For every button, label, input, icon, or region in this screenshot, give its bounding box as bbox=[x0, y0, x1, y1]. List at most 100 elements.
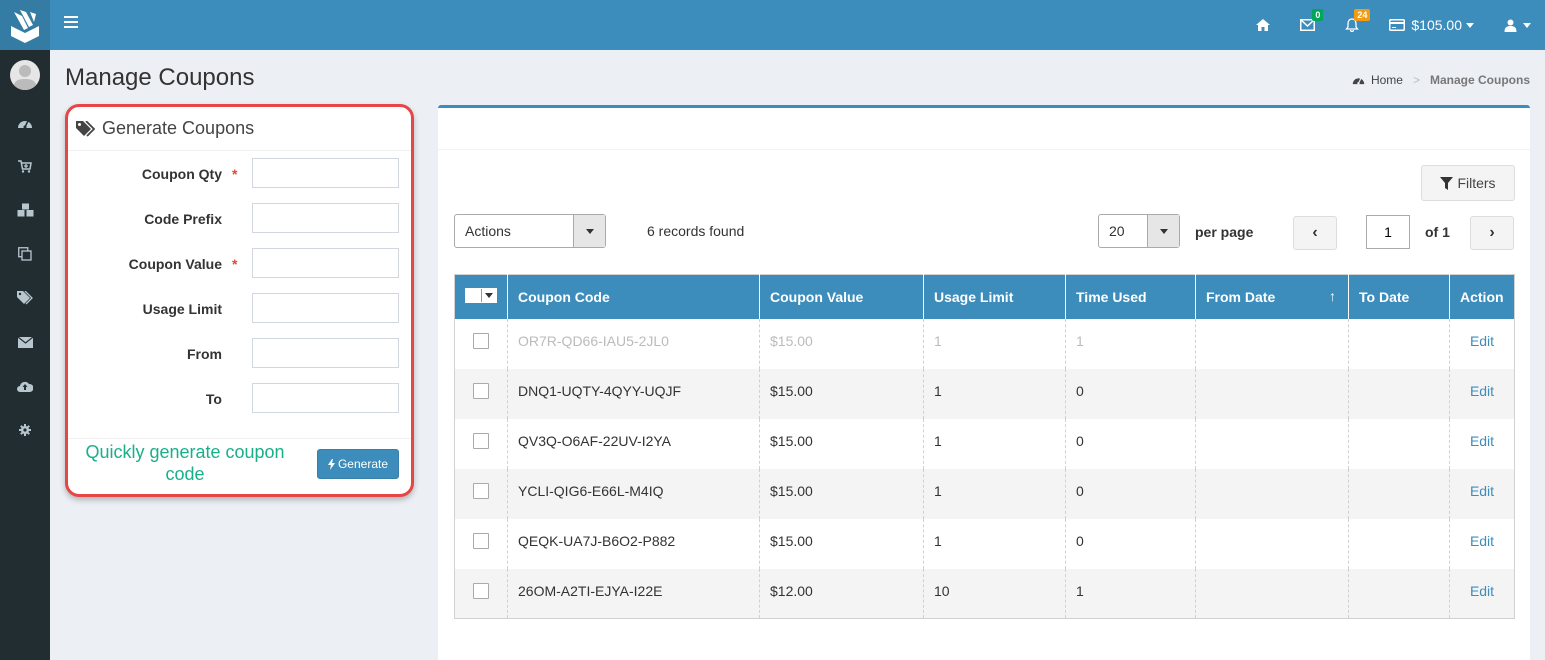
sidebar-item-settings[interactable] bbox=[0, 418, 50, 442]
edit-link[interactable]: Edit bbox=[1470, 483, 1494, 499]
sidebar-item-coupons[interactable] bbox=[0, 286, 50, 310]
to-date-input[interactable] bbox=[252, 383, 399, 413]
usage-limit-cell: 1 bbox=[923, 468, 1066, 519]
coupon-value-cell: $15.00 bbox=[759, 468, 924, 519]
row-select-cell bbox=[454, 418, 508, 469]
sidebar-toggle-button[interactable] bbox=[64, 16, 78, 30]
tags-icon bbox=[76, 120, 96, 137]
box-header bbox=[438, 108, 1530, 150]
code-prefix-input[interactable] bbox=[252, 203, 399, 233]
column-action: Action bbox=[1449, 274, 1515, 319]
records-count: 6 records found bbox=[647, 223, 745, 239]
row-select-cell bbox=[454, 318, 508, 369]
sidebar-item-messages[interactable] bbox=[0, 330, 50, 354]
generate-button[interactable]: Generate bbox=[317, 449, 399, 479]
previous-page-button[interactable]: ‹ bbox=[1293, 216, 1337, 250]
select-all-checkbox[interactable] bbox=[466, 289, 482, 303]
action-cell: Edit bbox=[1449, 368, 1515, 419]
chevron-down-icon bbox=[1147, 215, 1179, 247]
home-nav-button[interactable] bbox=[1241, 0, 1285, 50]
sidebar-item-dashboard[interactable] bbox=[0, 111, 50, 135]
table-row: YCLI-QIG6-E66L-M4IQ $15.00 1 0 Edit bbox=[454, 468, 1515, 519]
usage-limit-cell: 10 bbox=[923, 568, 1066, 619]
from-date-cell bbox=[1195, 368, 1349, 419]
per-page-select[interactable]: 20 bbox=[1098, 214, 1180, 248]
time-used-cell: 0 bbox=[1065, 368, 1196, 419]
coupon-code-cell: DNQ1-UQTY-4QYY-UQJF bbox=[507, 368, 760, 419]
sidebar-item-pages[interactable] bbox=[0, 242, 50, 266]
generate-button-label: Generate bbox=[337, 457, 389, 471]
notifications-nav-button[interactable]: 24 bbox=[1330, 0, 1374, 50]
column-to-date[interactable]: To Date bbox=[1348, 274, 1450, 319]
sidebar-item-products[interactable] bbox=[0, 198, 50, 222]
column-from-date-label: From Date bbox=[1206, 288, 1276, 305]
bulk-actions-select[interactable]: Actions bbox=[454, 214, 606, 248]
to-date-row: To bbox=[68, 383, 411, 413]
code-prefix-row: Code Prefix bbox=[68, 203, 411, 233]
row-checkbox[interactable] bbox=[473, 382, 489, 399]
to-date-cell bbox=[1348, 468, 1450, 519]
coupon-qty-input[interactable] bbox=[252, 158, 399, 188]
table-header-row: Coupon Code Coupon Value Usage Limit Tim… bbox=[454, 274, 1515, 319]
filters-button[interactable]: Filters bbox=[1421, 165, 1515, 201]
column-time-used[interactable]: Time Used bbox=[1065, 274, 1196, 319]
chevron-right-icon: › bbox=[1489, 224, 1495, 241]
user-avatar[interactable] bbox=[10, 60, 40, 90]
column-coupon-code[interactable]: Coupon Code bbox=[507, 274, 760, 319]
usage-limit-cell: 1 bbox=[923, 518, 1066, 569]
envelope-icon bbox=[17, 336, 33, 348]
from-date-cell bbox=[1195, 518, 1349, 569]
edit-link[interactable]: Edit bbox=[1470, 333, 1494, 349]
edit-link[interactable]: Edit bbox=[1470, 433, 1494, 449]
tags-icon bbox=[17, 291, 33, 305]
to-date-cell bbox=[1348, 318, 1450, 369]
action-cell: Edit bbox=[1449, 568, 1515, 619]
sidebar-item-upload[interactable] bbox=[0, 374, 50, 398]
time-used-cell: 0 bbox=[1065, 468, 1196, 519]
row-checkbox[interactable] bbox=[473, 432, 489, 449]
column-coupon-value[interactable]: Coupon Value bbox=[759, 274, 924, 319]
chevron-down-icon bbox=[1466, 22, 1474, 28]
edit-link[interactable]: Edit bbox=[1470, 583, 1494, 599]
filter-icon bbox=[1440, 176, 1454, 190]
select-all-header bbox=[454, 274, 508, 319]
annotation-text: Quickly generate coupon code bbox=[85, 442, 285, 484]
next-page-button[interactable]: › bbox=[1470, 216, 1514, 250]
brand-logo[interactable] bbox=[0, 0, 50, 50]
messages-nav-button[interactable]: 0 bbox=[1285, 0, 1330, 50]
usage-limit-input[interactable] bbox=[252, 293, 399, 323]
balance-dropdown[interactable]: $105.00 bbox=[1374, 0, 1489, 50]
usage-limit-label: Usage Limit bbox=[142, 301, 222, 317]
row-checkbox[interactable] bbox=[473, 332, 489, 349]
row-checkbox[interactable] bbox=[473, 532, 489, 549]
row-checkbox[interactable] bbox=[473, 582, 489, 599]
home-icon bbox=[1256, 19, 1271, 31]
coupons-list-box: Filters Actions 6 records found 20 per p… bbox=[438, 105, 1530, 660]
breadcrumb-home-link[interactable]: Home bbox=[1371, 73, 1403, 87]
page-number-input[interactable] bbox=[1366, 215, 1410, 249]
column-from-date[interactable]: From Date ↑ bbox=[1195, 274, 1349, 319]
column-usage-limit[interactable]: Usage Limit bbox=[923, 274, 1066, 319]
code-prefix-label: Code Prefix bbox=[144, 211, 222, 227]
from-date-row: From bbox=[68, 338, 411, 368]
select-all-dropdown[interactable] bbox=[465, 288, 497, 304]
to-date-cell bbox=[1348, 368, 1450, 419]
from-date-input[interactable] bbox=[252, 338, 399, 368]
balance-amount: $105.00 bbox=[1411, 17, 1462, 33]
sidebar bbox=[0, 50, 50, 660]
row-checkbox[interactable] bbox=[473, 482, 489, 499]
sidebar-item-cart[interactable] bbox=[0, 154, 50, 178]
edit-link[interactable]: Edit bbox=[1470, 383, 1494, 399]
from-date-cell bbox=[1195, 318, 1349, 369]
coupon-value-input[interactable] bbox=[252, 248, 399, 278]
per-page-value: 20 bbox=[1109, 223, 1125, 239]
required-marker: * bbox=[232, 256, 238, 272]
edit-link[interactable]: Edit bbox=[1470, 533, 1494, 549]
top-navbar: 0 24 $105.00 bbox=[50, 0, 1545, 50]
coupon-value-cell: $15.00 bbox=[759, 318, 924, 369]
chevron-left-icon: ‹ bbox=[1312, 224, 1318, 241]
generate-coupons-panel: Generate Coupons Coupon Qty * Code Prefi… bbox=[65, 104, 414, 497]
coupon-value-label: Coupon Value bbox=[128, 256, 222, 272]
user-menu-dropdown[interactable] bbox=[1489, 0, 1545, 50]
filters-label: Filters bbox=[1457, 175, 1496, 191]
